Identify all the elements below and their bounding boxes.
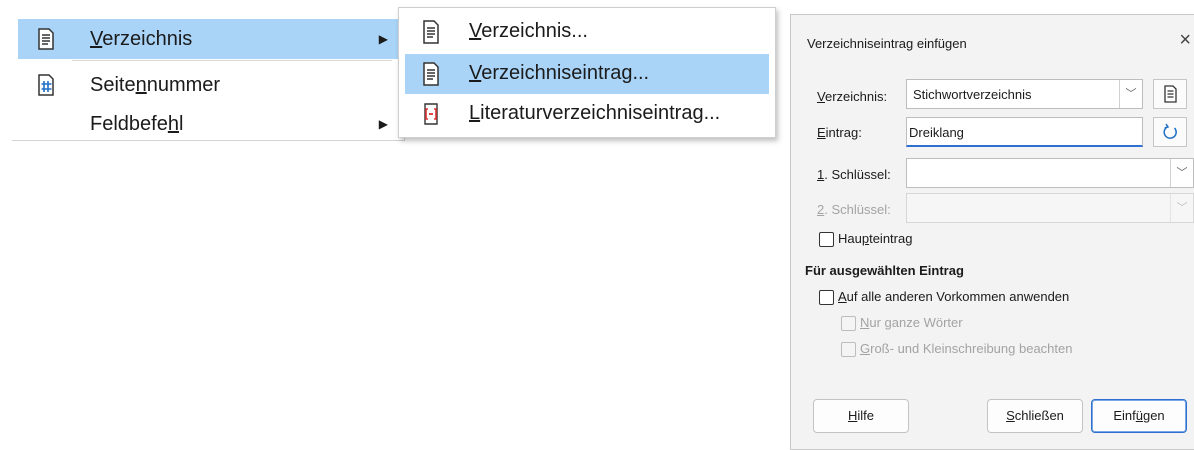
insert-index-entry-dialog: Verzeichniseintrag einfügen × Verzeichni…: [790, 14, 1194, 450]
menu-item-label: Feldbefehl: [90, 112, 184, 135]
hilfe-button[interactable]: Hilfe: [813, 399, 909, 433]
eintrag-label: Eintrag:: [817, 125, 862, 140]
submenu-item-label: Literaturverzeichniseintrag...: [469, 102, 721, 124]
bibliography-entry-icon: [419, 101, 443, 127]
verzeichnis-select[interactable]: Stichwortverzeichnis ﹀: [906, 79, 1143, 109]
submenu-arrow-icon: ▶: [378, 32, 388, 46]
chevron-down-icon[interactable]: ﹀: [1119, 80, 1142, 108]
schliessen-button[interactable]: Schließen: [987, 399, 1083, 433]
button-label: Hilfe: [847, 408, 874, 423]
menu-item-label: Verzeichnis: [90, 27, 193, 50]
submenu-item-label: Verzeichniseintrag...: [469, 62, 650, 84]
checkbox-box[interactable]: [819, 290, 834, 305]
checkbox-box[interactable]: [841, 316, 856, 331]
checkbox-box[interactable]: [819, 232, 834, 247]
close-icon[interactable]: ×: [1179, 29, 1191, 52]
menu-item-label: Seitennummer: [90, 73, 221, 96]
checkbox-label: Haupteintrag: [838, 231, 913, 246]
eintrag-input[interactable]: Dreiklang: [906, 117, 1143, 147]
document-index-icon: [34, 27, 58, 51]
context-menu: Verzeichnis ▶ Seitennummer Feldbefehl ▶: [12, 12, 405, 141]
index-entry-icon: [419, 61, 443, 87]
page-number-icon: [34, 73, 58, 97]
submenu-arrow-icon: ▶: [378, 117, 388, 131]
submenu-item-verzeichnis[interactable]: Verzeichnis...: [405, 12, 769, 52]
checkbox-label: Auf alle anderen Vorkommen anwenden: [838, 289, 1070, 304]
menu-item-verzeichnis[interactable]: Verzeichnis ▶: [18, 19, 402, 59]
refresh-icon: [1163, 123, 1177, 139]
menu-item-feldbefehl[interactable]: Feldbefehl ▶: [18, 104, 402, 144]
eintrag-value: Dreiklang: [909, 125, 964, 140]
schluessel2-input[interactable]: ﹀: [906, 193, 1194, 223]
submenu-item-label: Verzeichnis...: [469, 20, 588, 42]
verzeichnis-value: Stichwortverzeichnis: [913, 87, 1032, 102]
schluessel1-label: 1. Schlüssel:: [817, 167, 891, 182]
document-icon: [1164, 85, 1177, 103]
button-label: Einfügen: [1113, 408, 1165, 423]
submenu: Verzeichnis... Verzeichniseintrag... Lit…: [398, 7, 776, 138]
verzeichnis-label: Verzeichnis:: [817, 89, 888, 104]
new-index-button[interactable]: [1153, 79, 1187, 109]
schluessel2-label: 2. Schlüssel:: [817, 202, 891, 217]
checkbox-label: Groß- und Kleinschreibung beachten: [860, 341, 1073, 356]
chevron-down-icon[interactable]: ﹀: [1170, 159, 1193, 187]
checkbox-label: Nur ganze Wörter: [860, 315, 963, 330]
submenu-item-verzeichniseintrag[interactable]: Verzeichniseintrag...: [405, 54, 769, 94]
button-label: Schließen: [1006, 408, 1064, 423]
update-entry-button[interactable]: [1153, 117, 1187, 147]
dialog-title: Verzeichniseintrag einfügen: [807, 36, 967, 51]
menu-separator: [72, 60, 392, 61]
section-title: Für ausgewählten Eintrag: [805, 263, 964, 278]
submenu-item-literaturverzeichniseintrag[interactable]: Literaturverzeichniseintrag...: [405, 94, 769, 134]
menu-item-seitennummer[interactable]: Seitennummer: [18, 65, 402, 105]
chevron-down-icon[interactable]: ﹀: [1170, 194, 1193, 222]
checkbox-box[interactable]: [841, 342, 856, 357]
document-index-icon: [419, 19, 443, 45]
schluessel1-input[interactable]: ﹀: [906, 158, 1194, 188]
einfuegen-button[interactable]: Einfügen: [1091, 399, 1187, 433]
